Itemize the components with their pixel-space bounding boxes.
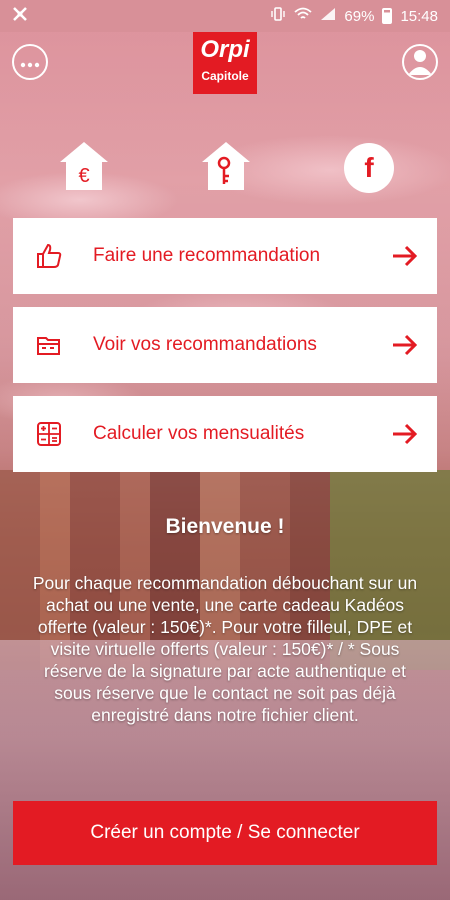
- notification-icon: [12, 6, 28, 26]
- house-euro-button[interactable]: €: [56, 140, 112, 196]
- view-recommendations-button[interactable]: Voir vos recommandations: [13, 307, 437, 383]
- make-recommendation-button[interactable]: Faire une recommandation: [13, 218, 437, 294]
- create-account-login-button[interactable]: Créer un compte / Se connecter: [13, 801, 437, 865]
- arrow-right-icon: [391, 242, 419, 270]
- welcome-text: Pour chaque recommandation débouchant su…: [32, 573, 418, 725]
- house-key-button[interactable]: [198, 140, 254, 196]
- facebook-icon: f: [344, 143, 394, 193]
- more-dots-icon: [20, 53, 40, 71]
- profile-button[interactable]: [402, 44, 438, 80]
- wifi-icon: [294, 7, 313, 25]
- welcome-title: Bienvenue !: [165, 515, 285, 538]
- battery-percent: 69%: [344, 7, 375, 25]
- arrow-right-icon: [391, 331, 419, 359]
- calculate-payments-button[interactable]: Calculer vos mensualités: [13, 396, 437, 472]
- make-recommendation-label: Faire une recommandation: [93, 245, 321, 266]
- signal-icon: [320, 7, 336, 25]
- logo-subtitle: Capitole: [201, 69, 249, 83]
- facebook-button[interactable]: f: [341, 140, 397, 196]
- user-profile-icon: [405, 46, 435, 78]
- calculate-payments-label: Calculer vos mensualités: [93, 423, 305, 444]
- arrow-right-icon: [391, 420, 419, 448]
- thumbs-up-icon: [35, 242, 63, 270]
- svg-text:€: €: [78, 165, 89, 187]
- house-key-icon: [198, 138, 254, 199]
- clock: 15:48: [400, 7, 438, 25]
- folder-open-icon: [35, 331, 63, 359]
- view-recommendations-label: Voir vos recommandations: [93, 334, 317, 355]
- status-bar: 69% 15:48: [0, 0, 450, 32]
- logo-brand: Orpi: [200, 36, 250, 63]
- agency-logo: Orpi Capitole: [193, 32, 257, 94]
- menu-button[interactable]: [12, 44, 48, 80]
- battery-icon: [382, 8, 393, 24]
- calculator-icon: [35, 420, 63, 448]
- vibrate-icon: [270, 6, 286, 26]
- house-euro-icon: €: [56, 138, 112, 199]
